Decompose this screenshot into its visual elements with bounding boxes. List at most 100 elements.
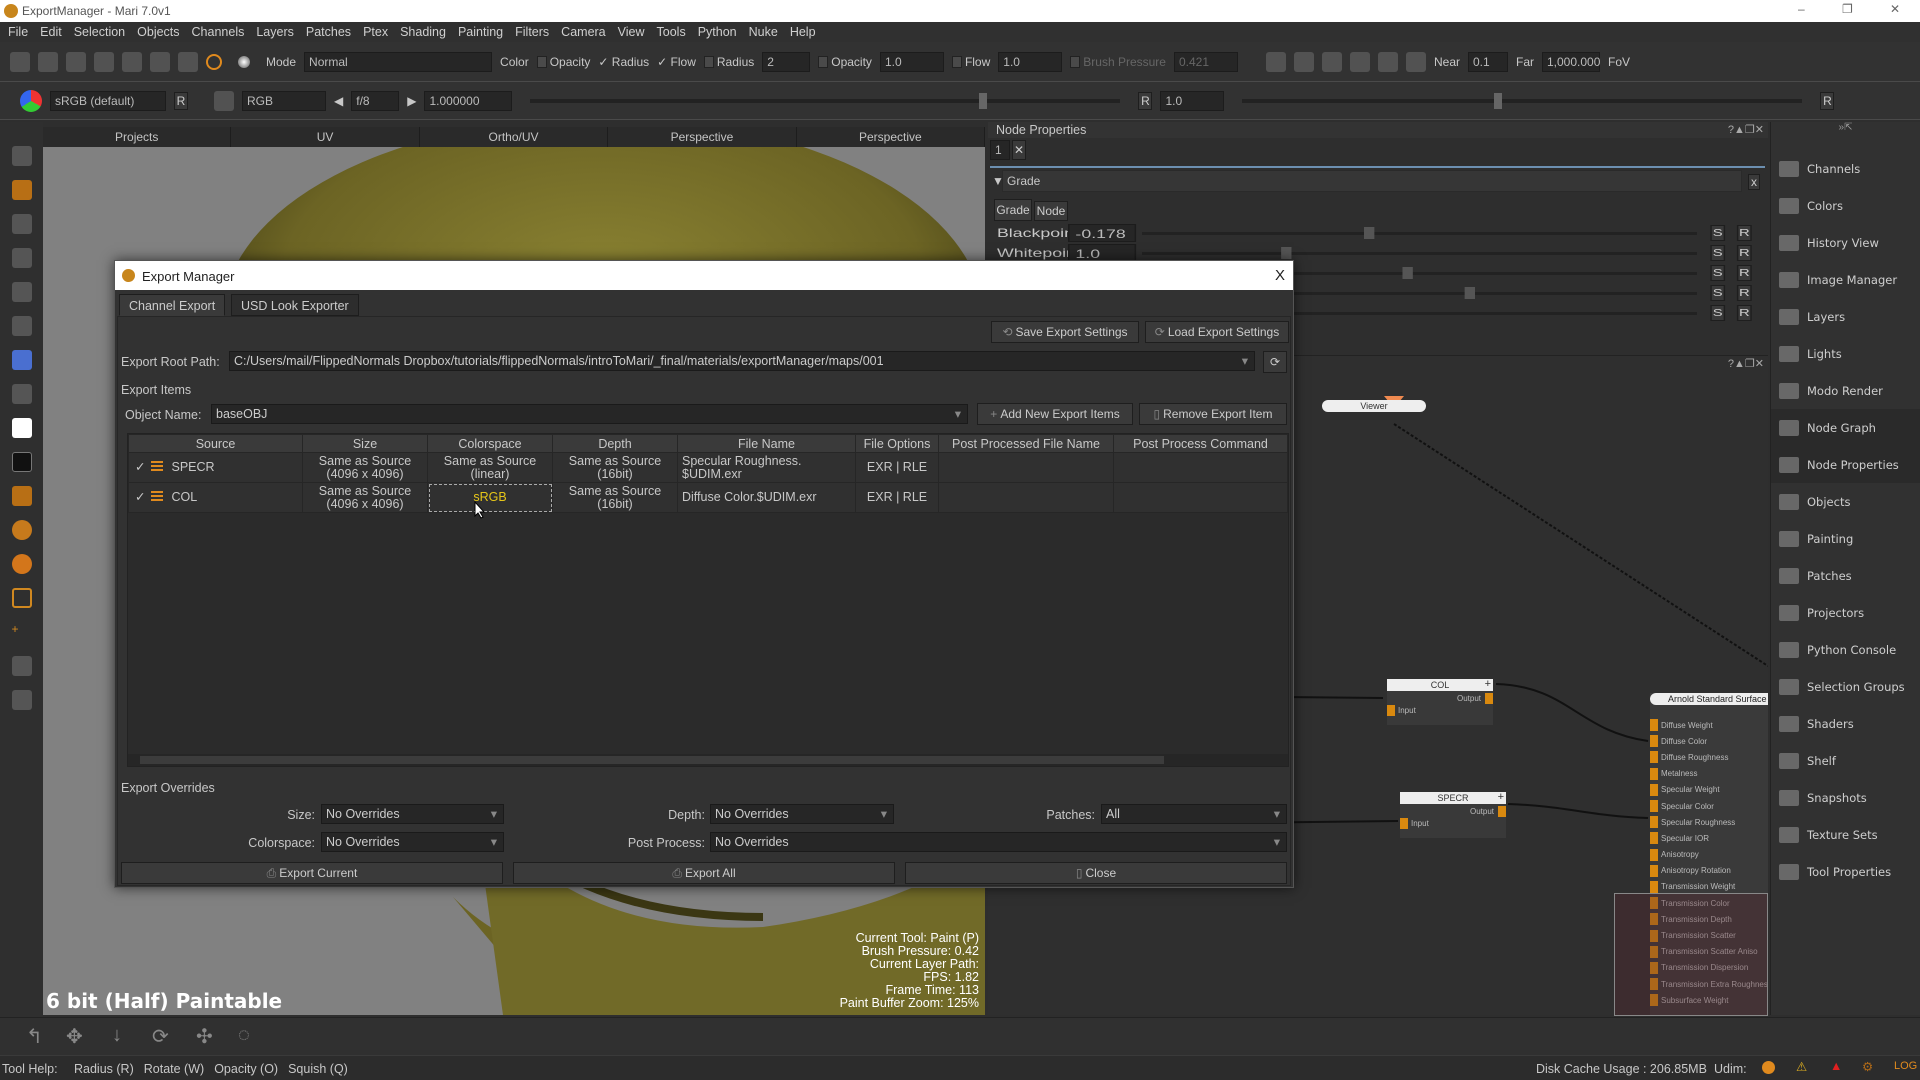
post-process-command-cell[interactable] <box>1113 482 1288 513</box>
settings-status-icon[interactable]: ⚙ <box>1862 1059 1873 1074</box>
menu-shading[interactable]: Shading <box>400 25 446 39</box>
undo-history-icon[interactable] <box>94 51 114 72</box>
sidebar-item-image-manager[interactable]: Image Manager <box>1771 261 1920 298</box>
depth-override-select[interactable]: No Overrides <box>710 804 894 824</box>
reset-button[interactable]: R <box>1736 285 1752 301</box>
brush-tool-icon[interactable] <box>11 316 32 336</box>
menu-painting[interactable]: Painting <box>458 25 503 39</box>
flow-checkbox[interactable]: ✓ Flow <box>657 55 696 69</box>
property-slider[interactable] <box>1142 227 1697 239</box>
projection-tool-icon[interactable] <box>11 588 32 608</box>
set-key-button[interactable]: S <box>1710 245 1726 261</box>
tab-usd-look-exporter[interactable]: USD Look Exporter <box>231 294 359 316</box>
dashboard-icon[interactable] <box>178 51 198 72</box>
down-arrow-icon[interactable]: ↓ <box>112 1024 122 1047</box>
add-export-items-button[interactable]: + Add New Export Items <box>977 403 1133 425</box>
file-name-cell[interactable]: Diffuse Color.$UDIM.exr <box>677 482 856 513</box>
port-socket[interactable] <box>1650 783 1658 796</box>
table-row[interactable]: ✓ SPECR Same as Source (4096 x 4096) Same as… <box>128 452 1288 483</box>
menu-patches[interactable]: Patches <box>306 25 351 39</box>
white-swatch-icon[interactable] <box>11 418 32 438</box>
tab-grade[interactable]: Grade <box>994 199 1032 221</box>
export-all-button[interactable]: ⎙ Export All <box>513 862 895 884</box>
post-processed-name-cell[interactable] <box>938 482 1114 513</box>
set-key-button[interactable]: S <box>1710 225 1726 241</box>
sidebar-item-channels[interactable]: Channels <box>1771 150 1920 187</box>
menu-channels[interactable]: Channels <box>192 25 245 39</box>
opacity-input[interactable]: 1.0 <box>879 51 944 72</box>
refresh-tool-icon[interactable] <box>11 384 32 404</box>
error-icon[interactable]: ▲ <box>1830 1059 1842 1073</box>
brush-pressure-input[interactable]: 0.421 <box>1173 51 1238 72</box>
play-icon[interactable] <box>1377 51 1398 72</box>
shader-port[interactable]: Anisotropy Rotation <box>1650 863 1768 879</box>
maximize-button[interactable]: ❐ <box>1842 2 1853 16</box>
menu-tools[interactable]: Tools <box>657 25 686 39</box>
shader-port[interactable]: Specular IOR <box>1650 830 1768 846</box>
property-slider[interactable] <box>1142 247 1697 259</box>
slider-handle[interactable] <box>1402 267 1414 279</box>
radius-input[interactable]: 2 <box>762 51 811 72</box>
flow-input[interactable]: 1.0 <box>998 51 1063 72</box>
menu-help[interactable]: Help <box>790 25 816 39</box>
menu-ptex[interactable]: Ptex <box>363 25 388 39</box>
sidebar-item-colors[interactable]: Colors <box>1771 187 1920 224</box>
undo-transform-icon[interactable]: ↰ <box>26 1024 43 1049</box>
frame-tool-icon[interactable] <box>11 690 32 710</box>
sidebar-item-patches[interactable]: Patches <box>1771 557 1920 594</box>
colorspace-cell[interactable]: sRGB <box>427 482 553 513</box>
menu-python[interactable]: Python <box>698 25 737 39</box>
tab-uv[interactable]: UV <box>231 127 420 147</box>
colorspace-cell[interactable]: Same as Source (linear) <box>427 452 553 483</box>
tab-projects[interactable]: Projects <box>43 127 232 147</box>
shader-port[interactable]: Specular Color <box>1650 798 1768 814</box>
channel-select[interactable]: RGB <box>242 90 326 111</box>
shader-port[interactable]: Metalness <box>1650 766 1768 782</box>
sidebar-item-texture-sets[interactable]: Texture Sets <box>1771 816 1920 853</box>
sidebar-item-shelf[interactable]: Shelf <box>1771 742 1920 779</box>
shader-port[interactable]: Diffuse Color <box>1650 733 1768 749</box>
sun-tool-icon[interactable] <box>11 486 32 506</box>
node-plus-button[interactable]: + <box>1498 791 1504 803</box>
node-col[interactable]: COL + Output Input <box>1387 678 1493 725</box>
port-socket[interactable] <box>1650 832 1658 845</box>
close-window-button[interactable]: ✕ <box>1890 2 1900 16</box>
port-socket[interactable] <box>1650 767 1658 780</box>
menu-layers[interactable]: Layers <box>256 25 294 39</box>
colorspace-select[interactable]: sRGB (default) <box>50 90 166 111</box>
menu-edit[interactable]: Edit <box>40 25 62 39</box>
gain-reset-end-button[interactable]: R <box>1820 91 1835 110</box>
menu-filters[interactable]: Filters <box>515 25 549 39</box>
column-header[interactable]: Source <box>128 434 303 453</box>
sidebar-item-painting[interactable]: Painting <box>1771 520 1920 557</box>
object-name-select[interactable]: baseOBJ <box>211 404 968 424</box>
shader-port[interactable]: Diffuse Weight <box>1650 717 1768 733</box>
tab-perspective[interactable]: Perspective <box>608 127 797 147</box>
exposure-slider-handle[interactable] <box>978 92 987 109</box>
orange-sphere-icon[interactable] <box>11 554 32 574</box>
reset-button[interactable]: R <box>1736 245 1752 261</box>
reset-button[interactable]: R <box>1736 305 1752 321</box>
navigator-minimap[interactable] <box>1614 893 1768 1016</box>
input-port[interactable] <box>1400 818 1408 829</box>
node-number-input[interactable]: 1 <box>990 140 1010 160</box>
rotate-icon[interactable]: ⟳ <box>152 1024 169 1049</box>
shader-port[interactable]: Anisotropy <box>1650 847 1768 863</box>
column-header[interactable]: Post Process Command <box>1113 434 1288 453</box>
menu-objects[interactable]: Objects <box>137 25 179 39</box>
slider-handle[interactable] <box>1463 287 1475 299</box>
lasso-icon[interactable]: ◌ <box>238 1024 250 1047</box>
load-export-settings-button[interactable]: ⟳ Load Export Settings <box>1145 321 1289 343</box>
crosshair-icon[interactable]: + <box>12 622 32 642</box>
horizontal-scrollbar[interactable] <box>128 754 1288 766</box>
warning-icon[interactable]: ⚠ <box>1796 1059 1807 1074</box>
port-socket[interactable] <box>1650 848 1658 861</box>
close-project-icon[interactable] <box>38 51 58 72</box>
port-socket[interactable] <box>1650 751 1658 764</box>
select-tool-icon[interactable] <box>11 146 32 166</box>
gain-reset-button[interactable]: R <box>1138 91 1153 110</box>
remove-export-item-button[interactable]: ▯ Remove Export Item <box>1139 403 1287 425</box>
property-value-input[interactable]: -0.178 <box>1068 224 1137 242</box>
slider-handle[interactable] <box>1364 227 1375 239</box>
patches-select[interactable]: All <box>1101 804 1287 824</box>
